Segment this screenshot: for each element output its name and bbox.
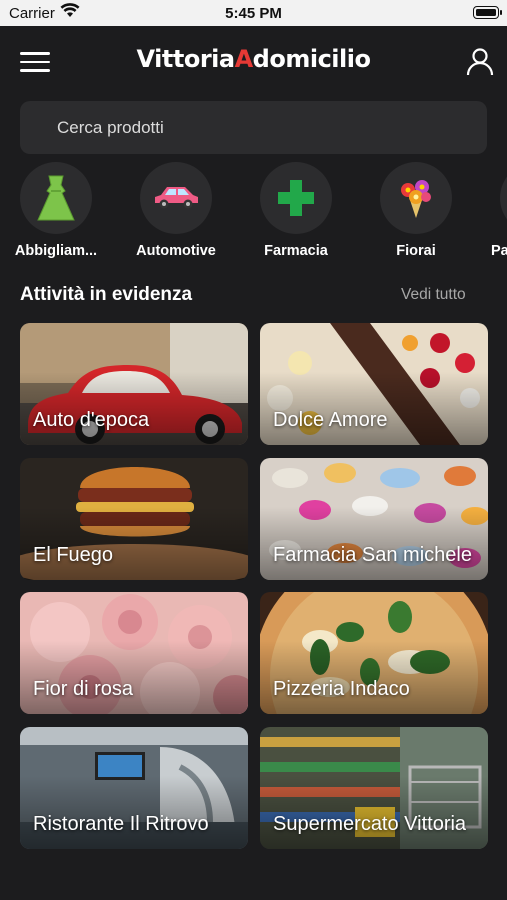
flower-bouquet-icon xyxy=(401,180,431,218)
logo-text-2: A xyxy=(234,45,254,73)
business-name: Supermercato Vittoria xyxy=(273,813,467,835)
business-name: Fior di rosa xyxy=(33,678,134,700)
category-label: Fiorai xyxy=(396,243,436,259)
app-logo: VittoriaAdomicilio xyxy=(0,45,507,73)
battery-icon xyxy=(473,6,502,19)
status-bar: Carrier 5:45 PM xyxy=(0,0,507,26)
logo-text-1: Vittoria xyxy=(136,45,236,73)
business-card-el-fuego[interactable]: El Fuego xyxy=(20,458,248,580)
business-card-farmacia-san-michele[interactable]: Farmacia San michele xyxy=(260,458,488,580)
section-title: Attività in evidenza xyxy=(20,284,193,305)
business-card-fior-di-rosa[interactable]: Fior di rosa xyxy=(20,592,248,714)
business-card-supermercato-vittoria[interactable]: Supermercato Vittoria xyxy=(260,727,488,849)
category-automotive[interactable]: Automotive xyxy=(121,162,231,259)
business-name: Pizzeria Indaco xyxy=(273,678,410,700)
category-label: Abbigliam... xyxy=(14,243,98,259)
category-fiorai[interactable]: Fiorai xyxy=(361,162,471,259)
business-name: Ristorante Il Ritrovo xyxy=(33,813,209,835)
category-partial[interactable]: Pa xyxy=(481,162,507,259)
business-name: Farmacia San michele xyxy=(273,544,472,566)
business-card-pizzeria-indaco[interactable]: Pizzeria Indaco xyxy=(260,592,488,714)
category-farmacia[interactable]: Farmacia xyxy=(241,162,351,259)
category-icon xyxy=(500,162,507,234)
category-abbigliamento[interactable]: Abbigliam... xyxy=(1,162,111,259)
pharmacy-cross-icon xyxy=(278,180,314,216)
logo-text-3: domicilio xyxy=(252,45,371,73)
search-placeholder: Cerca prodotti xyxy=(57,118,164,137)
business-card-ristorante-il-ritrovo[interactable]: Ristorante Il Ritrovo xyxy=(20,727,248,849)
business-name: Auto d'epoca xyxy=(33,409,150,431)
car-icon xyxy=(155,187,198,209)
user-profile-icon[interactable] xyxy=(464,46,496,78)
category-label: Farmacia xyxy=(264,243,328,259)
business-card-dolce-amore[interactable]: Dolce Amore xyxy=(260,323,488,445)
clock: 5:45 PM xyxy=(225,5,282,22)
business-card-auto-depoca[interactable]: Auto d'epoca xyxy=(20,323,248,445)
see-all-link[interactable]: Vedi tutto xyxy=(401,286,466,304)
category-carousel[interactable]: Abbigliam... Automotive Farmacia Fiorai … xyxy=(0,162,507,262)
dress-icon xyxy=(37,175,75,221)
business-name: Dolce Amore xyxy=(273,409,388,431)
business-name: El Fuego xyxy=(33,544,114,566)
category-label: Automotive xyxy=(136,243,216,259)
category-label: Pa xyxy=(491,243,507,259)
search-input[interactable]: Cerca prodotti xyxy=(20,101,487,154)
